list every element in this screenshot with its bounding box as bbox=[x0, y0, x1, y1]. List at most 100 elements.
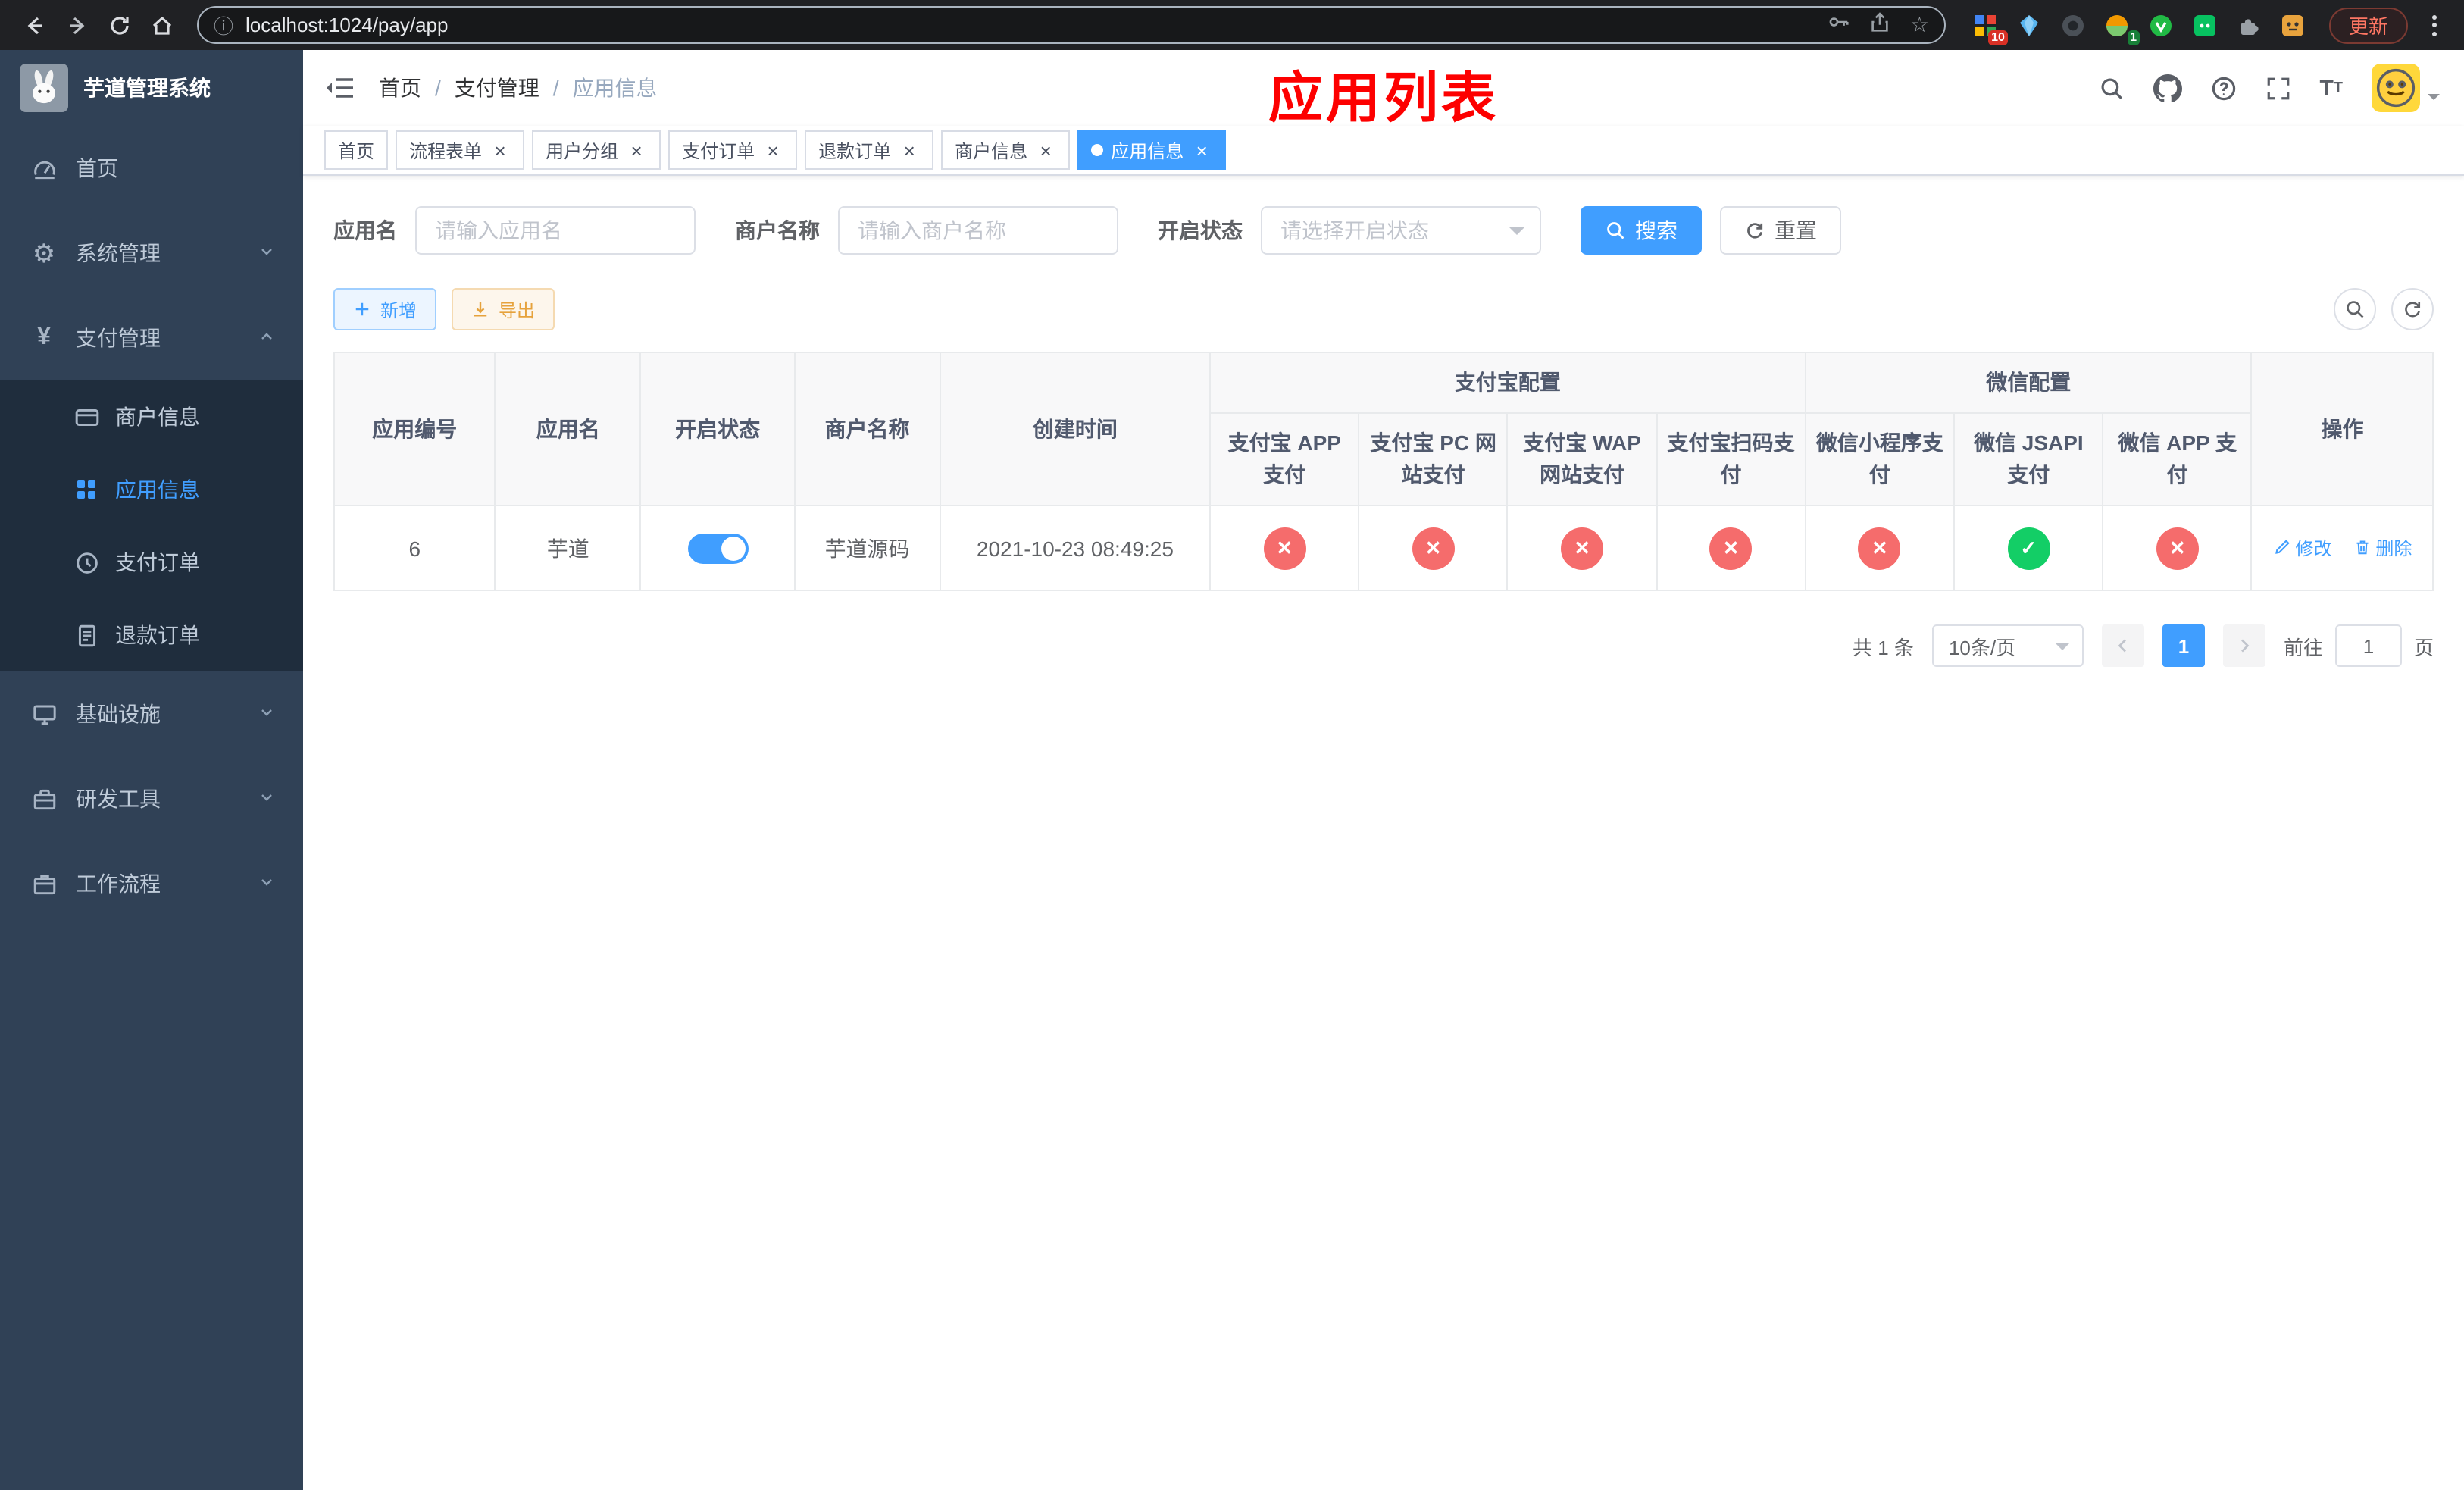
url-bar[interactable]: ⓘ localhost:1024/pay/app bbox=[197, 6, 1946, 44]
extension-grid-icon[interactable]: 10 bbox=[1970, 10, 2008, 45]
browser-reload-icon[interactable] bbox=[100, 5, 139, 45]
font-size-icon[interactable]: TT bbox=[2319, 75, 2343, 101]
breadcrumb-current: 应用信息 bbox=[572, 76, 658, 100]
add-button[interactable]: 新增 bbox=[333, 288, 437, 330]
hide-search-icon[interactable] bbox=[2334, 288, 2376, 330]
sidebar-item-dev-tools[interactable]: 研发工具 bbox=[0, 756, 303, 841]
refresh-icon[interactable] bbox=[2391, 288, 2434, 330]
sidebar-item-infrastructure[interactable]: 基础设施 bbox=[0, 671, 303, 756]
sidebar-item-label: 研发工具 bbox=[76, 787, 161, 811]
status-label: 开启状态 bbox=[1158, 218, 1243, 243]
tab-home[interactable]: 首页 bbox=[324, 130, 389, 170]
extension-monkey-icon[interactable] bbox=[2278, 10, 2308, 40]
search-icon[interactable] bbox=[2098, 75, 2124, 101]
sidebar-collapse-icon[interactable] bbox=[324, 74, 355, 102]
column-header-alipay-wap: 支付宝 WAP 网站支付 bbox=[1506, 412, 1658, 506]
extension-vue-devtools-icon[interactable] bbox=[2146, 10, 2176, 40]
tab-close-icon[interactable] bbox=[1191, 139, 1212, 161]
url-text: localhost:1024/pay/app bbox=[245, 14, 449, 36]
sidebar-item-system[interactable]: 系统管理 bbox=[0, 211, 303, 296]
extension-wechat-icon[interactable] bbox=[2190, 10, 2220, 40]
tab-close-icon[interactable] bbox=[762, 139, 783, 161]
tab-merchant-info[interactable]: 商户信息 bbox=[941, 130, 1071, 170]
sidebar-item-app-info[interactable]: 应用信息 bbox=[0, 453, 303, 526]
sidebar-item-home[interactable]: 首页 bbox=[0, 126, 303, 211]
github-icon[interactable] bbox=[2153, 74, 2182, 102]
extension-dark-circle-icon[interactable] bbox=[2058, 10, 2088, 40]
browser-home-icon[interactable] bbox=[142, 5, 182, 45]
reset-button[interactable]: 重置 bbox=[1720, 206, 1841, 255]
extensions-puzzle-icon[interactable] bbox=[2234, 10, 2264, 40]
delete-button[interactable]: 删除 bbox=[2353, 535, 2412, 561]
fullscreen-icon[interactable] bbox=[2265, 75, 2290, 101]
browser-toolbar: ⓘ localhost:1024/pay/app 10 1 bbox=[0, 0, 2464, 50]
chevron-down-icon bbox=[258, 241, 276, 265]
next-page-button[interactable] bbox=[2222, 624, 2265, 667]
column-header-ops: 操作 bbox=[2250, 352, 2434, 506]
document-icon bbox=[73, 622, 100, 648]
row-status-toggle[interactable] bbox=[687, 533, 749, 563]
share-icon[interactable] bbox=[1869, 10, 1892, 40]
extension-badge: 1 bbox=[2127, 30, 2140, 45]
sidebar-item-workflow[interactable]: 工作流程 bbox=[0, 841, 303, 926]
chevron-down-icon bbox=[2054, 642, 2070, 657]
reset-button-label: 重置 bbox=[1775, 218, 1817, 243]
tab-close-icon[interactable] bbox=[626, 139, 647, 161]
browser-forward-icon[interactable] bbox=[58, 5, 97, 45]
tab-close-icon[interactable] bbox=[899, 139, 920, 161]
browser-back-icon[interactable] bbox=[15, 5, 55, 45]
extension-badge: 10 bbox=[1988, 30, 2008, 45]
extension-avatar-icon[interactable]: 1 bbox=[2102, 10, 2140, 45]
appname-input[interactable] bbox=[415, 206, 696, 255]
delete-button-label: 删除 bbox=[2375, 537, 2412, 559]
column-header-name: 应用名 bbox=[494, 352, 642, 506]
sidebar-item-refund-orders[interactable]: 退款订单 bbox=[0, 599, 303, 671]
column-header-wx-lite: 微信小程序支付 bbox=[1804, 412, 1956, 506]
bookmark-star-icon[interactable] bbox=[1910, 11, 1929, 39]
tab-payment-orders[interactable]: 支付订单 bbox=[668, 130, 798, 170]
page-size-select[interactable]: 10条/页 bbox=[1931, 624, 2084, 667]
status-icon-wx-app: ✕ bbox=[2156, 527, 2199, 569]
chevron-down-icon bbox=[258, 787, 276, 811]
extension-gem-icon[interactable] bbox=[2014, 10, 2044, 40]
tab-user-group[interactable]: 用户分组 bbox=[532, 130, 661, 170]
breadcrumb-separator: / bbox=[552, 76, 559, 100]
tab-close-icon[interactable] bbox=[489, 139, 511, 161]
tab-app-info[interactable]: 应用信息 bbox=[1077, 130, 1227, 170]
page-number-1[interactable]: 1 bbox=[2162, 624, 2205, 667]
goto-page-input[interactable] bbox=[2334, 624, 2402, 667]
user-menu[interactable] bbox=[2372, 64, 2440, 112]
search-button[interactable]: 搜索 bbox=[1581, 206, 1702, 255]
gear-icon bbox=[30, 240, 58, 266]
prev-page-button[interactable] bbox=[2101, 624, 2144, 667]
breadcrumb-home[interactable]: 首页 bbox=[379, 73, 421, 103]
browser-menu-icon[interactable] bbox=[2420, 8, 2449, 42]
site-info-icon[interactable]: ⓘ bbox=[214, 11, 233, 39]
tab-close-icon[interactable] bbox=[1035, 139, 1056, 161]
export-button[interactable]: 导出 bbox=[452, 288, 555, 330]
tab-refund-orders[interactable]: 退款订单 bbox=[805, 130, 934, 170]
help-icon[interactable] bbox=[2210, 75, 2236, 101]
sidebar-item-label: 支付订单 bbox=[115, 550, 200, 574]
sidebar-item-payment[interactable]: 支付管理 bbox=[0, 296, 303, 380]
status-select[interactable]: 请选择开启状态 bbox=[1261, 206, 1541, 255]
search-button-label: 搜索 bbox=[1635, 218, 1678, 243]
edit-button-label: 修改 bbox=[2295, 537, 2332, 559]
merchant-label: 商户名称 bbox=[735, 218, 820, 243]
briefcase-icon bbox=[30, 871, 58, 897]
merchant-input[interactable] bbox=[838, 206, 1118, 255]
tab-process-form[interactable]: 流程表单 bbox=[396, 130, 525, 170]
breadcrumb-payment[interactable]: 支付管理 bbox=[455, 73, 539, 103]
status-icon-alipay-app: ✕ bbox=[1263, 527, 1306, 569]
browser-update-button[interactable]: 更新 bbox=[2328, 7, 2408, 43]
edit-button[interactable]: 修改 bbox=[2273, 535, 2332, 561]
tab-label: 支付订单 bbox=[682, 140, 755, 161]
screen: ⓘ localhost:1024/pay/app 10 1 bbox=[0, 0, 2464, 1490]
column-header-alipay-app: 支付宝 APP 支付 bbox=[1209, 412, 1360, 506]
chevron-down-icon bbox=[258, 872, 276, 896]
sidebar-item-payment-orders[interactable]: 支付订单 bbox=[0, 526, 303, 599]
password-key-icon[interactable] bbox=[1828, 10, 1851, 40]
sidebar-item-merchant-info[interactable]: 商户信息 bbox=[0, 380, 303, 453]
goto-label: 前往 bbox=[2283, 636, 2323, 659]
clock-icon bbox=[73, 549, 100, 575]
